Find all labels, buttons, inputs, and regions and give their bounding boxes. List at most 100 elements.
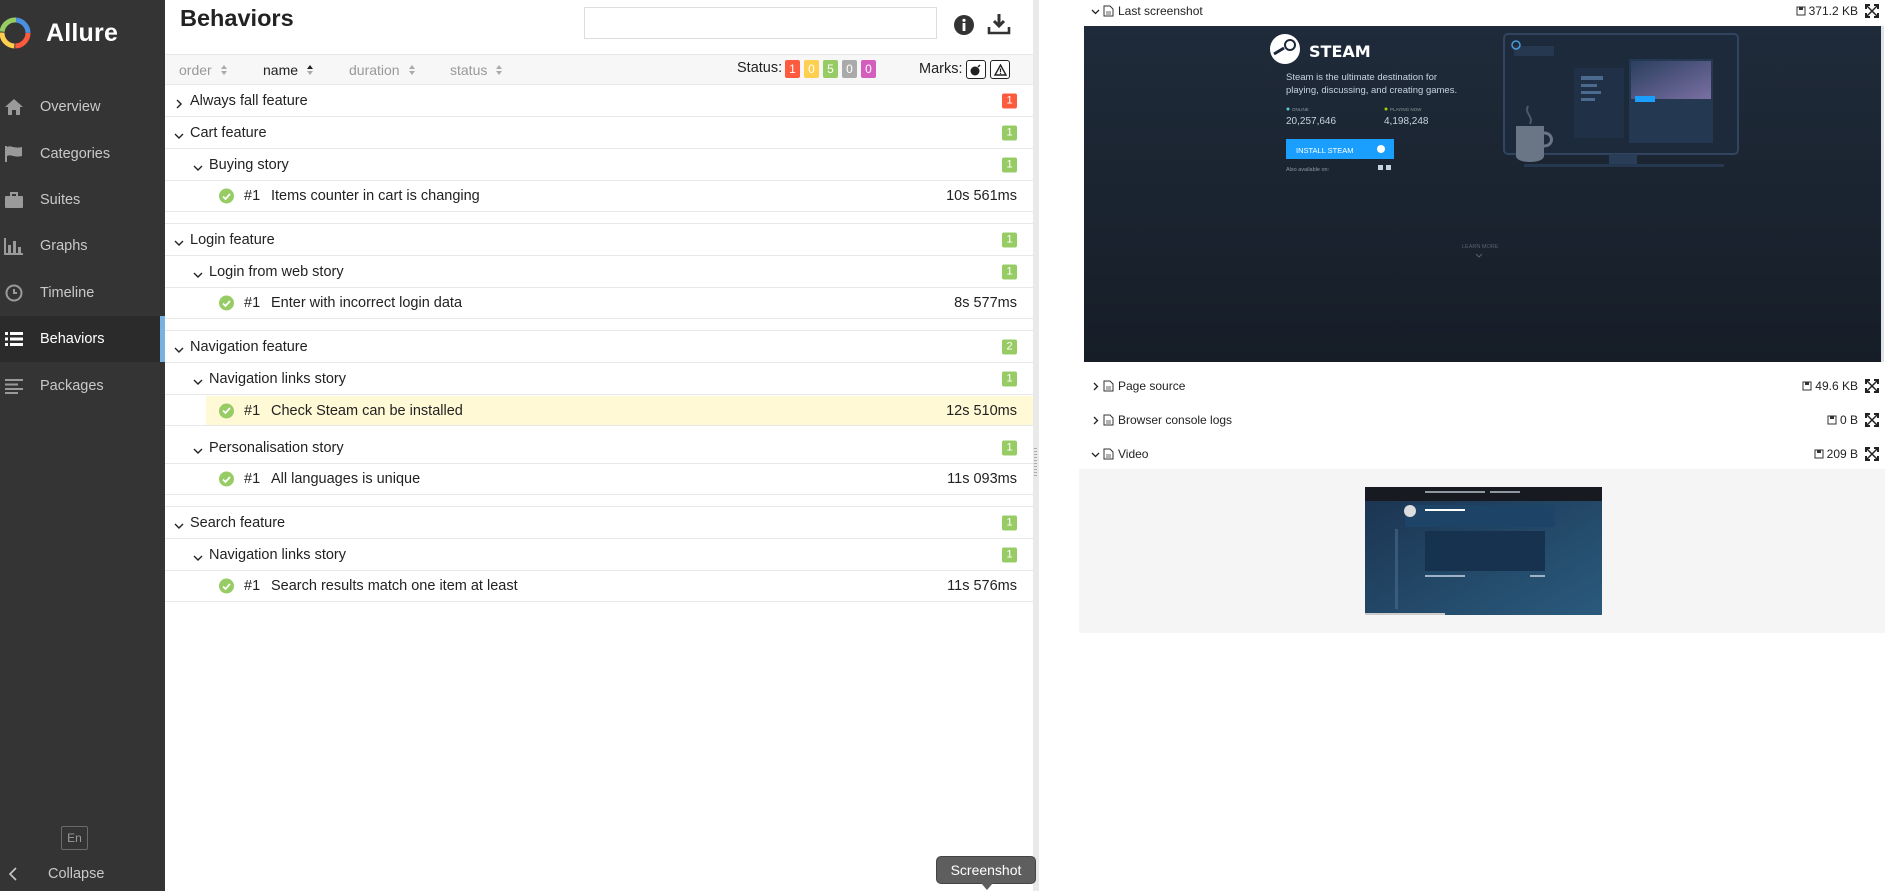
test-count-badge: 1 (1002, 232, 1017, 247)
attachment-row[interactable]: Browser console logs 0 B (1039, 409, 1887, 431)
sorter-name[interactable]: name (263, 62, 314, 78)
sort-icon (307, 65, 314, 75)
feature-group-row[interactable]: Always fall feature 1 (165, 85, 1033, 117)
sidebar-item-categories[interactable]: Categories (0, 130, 165, 176)
test-duration: 10s 561ms (946, 188, 1017, 204)
file-size-icon (1814, 449, 1824, 459)
test-number: #1 (244, 188, 261, 204)
attachment-size: 371.2 KB (1796, 4, 1858, 18)
attachment-size: 49.6 KB (1802, 379, 1858, 393)
attachment-size: 209 B (1814, 447, 1858, 461)
brand-name: Allure (46, 18, 119, 47)
passed-status-icon (219, 578, 234, 594)
sorter-label: order (179, 62, 212, 78)
svg-text:LEARN MORE: LEARN MORE (1462, 244, 1499, 250)
tree-toolbar: order name duration status Status: 10500… (165, 54, 1033, 85)
status-filter-badges: 10500 (785, 60, 876, 78)
new-failed-mark-button[interactable] (990, 60, 1010, 79)
video-player[interactable] (1365, 487, 1602, 615)
test-case-row[interactable]: #1 All languages is unique 11s 093ms (165, 464, 1033, 495)
search-input[interactable] (584, 7, 937, 39)
sidebar-item-suites[interactable]: Suites (0, 177, 165, 223)
test-count-badge: 1 (1002, 93, 1017, 108)
svg-text:Also available on:: Also available on: (1286, 167, 1330, 173)
test-case-row[interactable]: #1 Check Steam can be installed 12s 510ms (165, 396, 1033, 426)
sorter-status[interactable]: status (450, 62, 503, 78)
story-group-row[interactable]: Navigation links story 1 (165, 539, 1033, 571)
status-filter-badge[interactable]: 0 (842, 60, 857, 78)
chevron-down-icon (193, 160, 203, 171)
svg-text:INSTALL STEAM: INSTALL STEAM (1296, 146, 1354, 155)
sorter-order[interactable]: order (179, 62, 228, 78)
story-group-row[interactable]: Login from web story 1 (165, 256, 1033, 288)
home-icon (2, 95, 26, 119)
sidebar-item-overview[interactable]: Overview (0, 84, 165, 130)
screenshot-tooltip: Screenshot (936, 856, 1036, 890)
sidebar-item-timeline[interactable]: Timeline (0, 270, 165, 316)
story-name: Buying story (209, 156, 289, 173)
download-icon[interactable] (987, 12, 1011, 36)
briefcase-icon (2, 188, 26, 212)
attachment-row[interactable]: Video 209 B (1039, 443, 1887, 465)
status-filter-label: Status: (737, 60, 783, 76)
test-count-badge: 1 (1002, 125, 1017, 140)
attachment-row[interactable]: Page source 49.6 KB (1039, 375, 1887, 397)
status-filter-badge[interactable]: 1 (785, 60, 800, 78)
status-filter-badge[interactable]: 0 (861, 60, 876, 78)
feature-name: Always fall feature (190, 92, 308, 109)
test-count-badge: 1 (1002, 547, 1017, 562)
test-case-row[interactable]: #1 Search results match one item at least… (165, 571, 1033, 602)
sort-icon (220, 65, 227, 75)
test-case-name: Enter with incorrect login data (271, 295, 463, 311)
fullscreen-icon[interactable] (1865, 4, 1879, 18)
test-count-badge: 1 (1002, 264, 1017, 279)
story-group-row[interactable]: Navigation links story 1 (165, 363, 1033, 395)
flaky-mark-button[interactable] (966, 60, 986, 79)
splitter-grip-icon[interactable] (1034, 448, 1037, 478)
brand[interactable]: Allure (0, 13, 165, 53)
chevron-down-icon (174, 128, 184, 139)
sidebar-nav: Overview Categories Suites Graphs Timeli… (0, 84, 165, 409)
story-group-row[interactable]: Personalisation story 1 (165, 432, 1033, 464)
clock-icon (2, 281, 26, 305)
sidebar-item-packages[interactable]: Packages (0, 362, 165, 408)
test-duration: 11s 576ms (947, 578, 1017, 594)
language-button[interactable]: En (61, 826, 88, 850)
test-case-row[interactable]: #1 Items counter in cart is changing 10s 5… (165, 181, 1033, 212)
test-number: #1 (244, 402, 261, 419)
test-number: #1 (244, 295, 261, 311)
test-duration: 12s 510ms (946, 402, 1017, 419)
allure-logo-icon (0, 17, 31, 49)
sidebar-item-label: Graphs (40, 238, 88, 255)
collapse-button[interactable]: Collapse (0, 862, 165, 886)
fullscreen-icon[interactable] (1865, 379, 1879, 393)
last-screenshot-image[interactable]: STEAM Steam is the ultimate destination … (1084, 26, 1884, 362)
attachment-row[interactable]: Last screenshot 371.2 KB (1039, 0, 1887, 22)
feature-group-row[interactable]: Search feature 1 (165, 507, 1033, 539)
fullscreen-icon[interactable] (1865, 413, 1879, 427)
feature-group-row[interactable]: Login feature 1 (165, 224, 1033, 256)
test-case-row[interactable]: #1 Enter with incorrect login data 8s 577m… (165, 288, 1033, 319)
sidebar: Allure Overview Categories Suites Graphs… (0, 0, 165, 891)
chevron-down-icon (193, 550, 203, 561)
feature-group-row[interactable]: Cart feature 1 (165, 117, 1033, 149)
sidebar-item-label: Suites (40, 191, 81, 208)
status-filter-badge[interactable]: 5 (823, 60, 838, 78)
svg-text:playing, discussing, and creat: playing, discussing, and creating games. (1286, 85, 1457, 96)
test-case-name: Search results match one item at least (271, 578, 518, 594)
sidebar-item-graphs[interactable]: Graphs (0, 223, 165, 269)
fullscreen-icon[interactable] (1865, 447, 1879, 461)
sidebar-item-label: Categories (40, 145, 111, 162)
svg-text:STEAM: STEAM (1309, 42, 1371, 61)
test-number: #1 (244, 578, 261, 594)
feature-group-row[interactable]: Navigation feature 2 (165, 331, 1033, 363)
sidebar-item-label: Behaviors (40, 331, 105, 348)
story-name: Login from web story (209, 263, 344, 280)
passed-status-icon (219, 471, 234, 487)
story-group-row[interactable]: Buying story 1 (165, 149, 1033, 181)
status-filter-badge[interactable]: 0 (804, 60, 819, 78)
info-icon[interactable] (953, 14, 975, 36)
sidebar-item-label: Overview (40, 99, 101, 116)
sorter-duration[interactable]: duration (349, 62, 416, 78)
sidebar-item-behaviors[interactable]: Behaviors (0, 315, 165, 363)
